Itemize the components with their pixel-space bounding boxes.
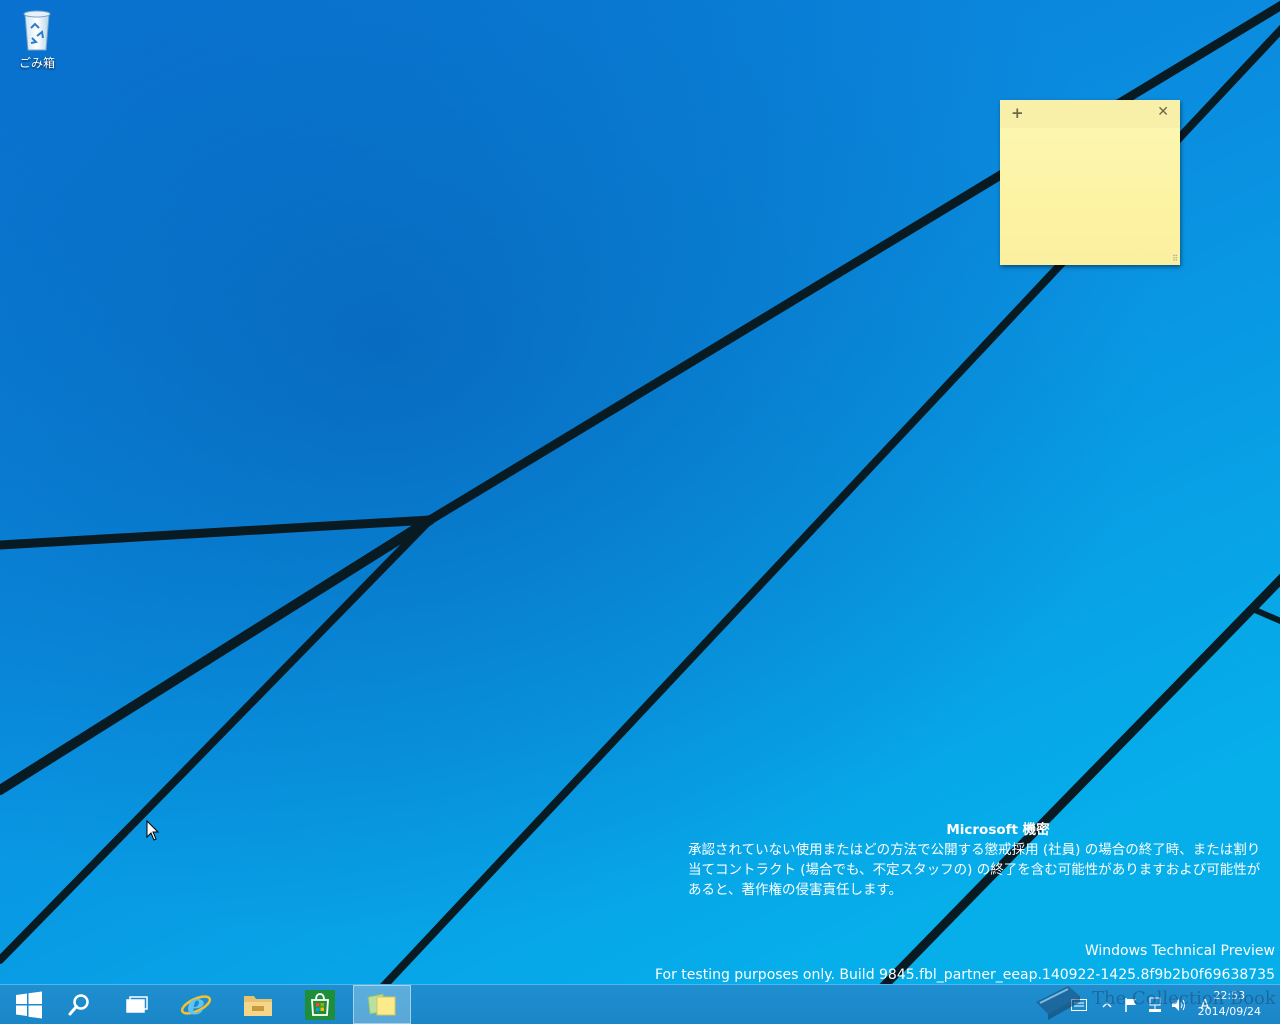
watermark-title: Microsoft 機密 — [946, 822, 1050, 838]
add-note-button[interactable]: + — [1011, 104, 1024, 122]
clock-time: 22:53 — [1213, 989, 1246, 1002]
sticky-notes-button[interactable] — [353, 985, 411, 1024]
volume-icon[interactable] — [1170, 996, 1188, 1014]
taskbar: e A 22:53 2014/09/24 — [0, 984, 1280, 1024]
clock-date: 2014/09/24 — [1197, 1005, 1261, 1018]
watermark-body: 承認されていない使用またはどの方法で公開する懲戒採用 (社員) の場合の終了時、… — [688, 842, 1261, 898]
search-button[interactable] — [50, 985, 108, 1024]
desktop[interactable]: ごみ箱 + ✕ ⠿ Microsoft 機密 承認されていない使用またはどの方法… — [0, 0, 1280, 984]
network-icon[interactable] — [1146, 996, 1164, 1014]
internet-explorer-button[interactable]: e — [167, 985, 225, 1024]
store-icon — [305, 989, 335, 1020]
confidential-watermark: Microsoft 機密 承認されていない使用またはどの方法で公開する懲戒採用 … — [688, 820, 1268, 900]
sticky-note[interactable]: + ✕ ⠿ — [1000, 100, 1180, 265]
sticky-notes-icon — [367, 992, 396, 1015]
build-info-build: For testing purposes only. Build 9845.fb… — [654, 967, 1275, 983]
sticky-note-header: + ✕ — [1000, 100, 1180, 128]
file-explorer-button[interactable] — [229, 985, 287, 1024]
flag-icon[interactable] — [1122, 996, 1140, 1014]
notification-area: A 22:53 2014/09/24 — [1040, 985, 1280, 1024]
task-view-button[interactable] — [108, 985, 166, 1024]
folder-icon — [244, 995, 272, 1016]
svg-text:e: e — [187, 989, 205, 1021]
search-icon — [68, 993, 89, 1015]
build-info-product: Windows Technical Preview — [1084, 943, 1275, 959]
clock[interactable]: 22:53 2014/09/24 — [1198, 988, 1261, 1020]
show-hidden-icons-chevron-up-icon[interactable] — [1098, 996, 1116, 1014]
build-info: Windows Technical Preview For testing pu… — [655, 939, 1275, 984]
store-button[interactable] — [291, 985, 349, 1024]
internet-explorer-icon: e — [180, 989, 212, 1021]
recycle-bin-icon — [23, 10, 51, 51]
windows-logo-icon — [16, 991, 42, 1018]
task-view-icon — [126, 995, 148, 1013]
sticky-note-text[interactable] — [1000, 128, 1180, 260]
desktop-icon-recycle-bin[interactable]: ごみ箱 — [12, 6, 62, 71]
action-center-icon[interactable] — [1070, 996, 1088, 1014]
resize-grip-icon[interactable]: ⠿ — [1172, 254, 1178, 263]
desktop-icon-label: ごみ箱 — [18, 56, 55, 70]
mouse-pointer-icon — [146, 820, 160, 841]
close-note-button[interactable]: ✕ — [1157, 104, 1169, 120]
